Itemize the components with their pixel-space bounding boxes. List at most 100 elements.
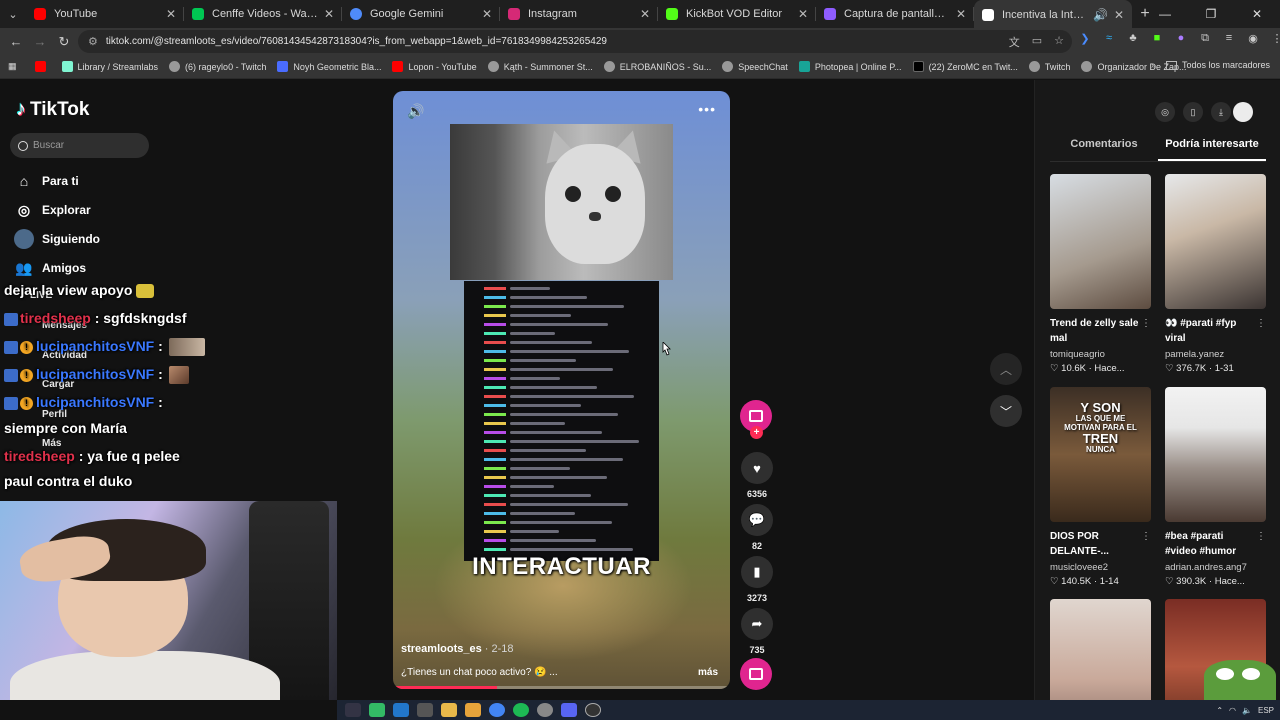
extensions-puzzle-icon[interactable]: ⧉: [1198, 32, 1212, 45]
bookmark-item[interactable]: ELROBANIÑOS - Su...: [603, 61, 711, 72]
bookmark-item[interactable]: [34, 61, 51, 72]
taskbar-app-icon[interactable]: [345, 703, 361, 717]
site-info-icon[interactable]: ⚙: [88, 35, 98, 48]
bookmark-item[interactable]: (22) ZeroMC en Twit...: [912, 61, 1018, 72]
bookmark-item[interactable]: Twitch: [1028, 61, 1070, 72]
reload-icon[interactable]: ↻: [52, 34, 76, 50]
browser-tab-gemini[interactable]: Google Gemini ✕: [342, 0, 500, 28]
tab-comentarios[interactable]: Comentarios: [1050, 136, 1158, 161]
download-icon[interactable]: ⤓: [1211, 102, 1231, 122]
all-bookmarks-folder[interactable]: Todos los marcadores: [1165, 60, 1270, 70]
caption-more-link[interactable]: más: [698, 667, 718, 678]
next-video-button[interactable]: ﹀: [990, 395, 1022, 427]
address-bar[interactable]: ⚙ tiktok.com/@streamloots_es/video/76081…: [78, 30, 1072, 53]
volume-icon[interactable]: 🔊: [407, 103, 424, 120]
nav-explorar[interactable]: ◎ Explorar: [14, 200, 91, 220]
apps-grid-icon[interactable]: ▦: [8, 61, 17, 72]
search-input[interactable]: Buscar: [10, 133, 149, 158]
tab-close-icon[interactable]: ✕: [324, 7, 334, 21]
card-menu-icon[interactable]: ⋮: [1141, 529, 1151, 544]
browser-tab-tiktok[interactable]: Incentiva la Interacción en 🔊 ✕: [974, 0, 1132, 30]
browser-tab-kickbot[interactable]: KickBot VOD Editor ✕: [658, 0, 816, 28]
taskbar-app-icon[interactable]: [369, 703, 385, 717]
browser-menu-icon[interactable]: ⋮: [1270, 32, 1280, 45]
save-button[interactable]: ▮ 3273: [739, 556, 775, 603]
video-progress-bar[interactable]: [393, 686, 730, 689]
tab-close-icon[interactable]: ✕: [640, 7, 650, 21]
comment-button[interactable]: 💬 82: [739, 504, 775, 551]
video-card[interactable]: Y SON LAS QUE ME MOTIVAN PARA EL TREN NU…: [1050, 387, 1151, 587]
extension-icon[interactable]: ≈: [1102, 32, 1116, 45]
bookmark-item[interactable]: Library / Streamlabs: [61, 61, 158, 72]
compass-icon[interactable]: ◎: [1155, 102, 1175, 122]
card-author[interactable]: adrian.andres.ang7: [1165, 562, 1266, 573]
bookmarks-overflow-icon[interactable]: »: [1151, 60, 1156, 70]
browser-tab-lightshot[interactable]: Captura de pantalla por Lightsh ✕: [816, 0, 974, 28]
close-window-icon[interactable]: ✕: [1234, 0, 1280, 28]
tab-close-icon[interactable]: ✕: [166, 7, 176, 21]
taskbar-app-icon[interactable]: [537, 703, 553, 717]
tab-podria-interesarte[interactable]: Podría interesarte: [1158, 136, 1266, 161]
more-options-icon[interactable]: •••: [698, 101, 716, 117]
card-menu-icon[interactable]: ⋮: [1141, 316, 1151, 331]
taskbar-app-icon[interactable]: [393, 703, 409, 717]
folder-icon[interactable]: [441, 703, 457, 717]
browser-tab-instagram[interactable]: Instagram ✕: [500, 0, 658, 28]
cast-icon[interactable]: ▭: [1032, 34, 1042, 50]
tab-close-icon[interactable]: ✕: [956, 7, 966, 21]
minimize-icon[interactable]: —: [1142, 0, 1188, 28]
follow-plus-icon[interactable]: +: [750, 426, 763, 439]
card-author[interactable]: pamela.yanez: [1165, 349, 1266, 360]
video-player[interactable]: 🔊 ••• INTERACTUAR streamloots_es · 2-18 …: [393, 91, 730, 689]
translate-icon[interactable]: 文: [1009, 34, 1020, 50]
tab-close-icon[interactable]: ✕: [798, 7, 808, 21]
bookmark-item[interactable]: SpeechChat: [722, 61, 788, 72]
extension-icon[interactable]: ■: [1150, 32, 1164, 45]
extension-icon[interactable]: ●: [1174, 32, 1188, 45]
like-button[interactable]: ♥ 6356: [739, 452, 775, 499]
taskbar-app-icon[interactable]: [417, 703, 433, 717]
bookmark-item[interactable]: Photopea | Online P...: [798, 61, 902, 72]
chrome-icon[interactable]: [489, 703, 505, 717]
card-menu-icon[interactable]: ⋮: [1256, 316, 1266, 331]
video-card[interactable]: #bea #parati #video #humor ⋮ adrian.andre…: [1165, 387, 1266, 587]
bookmark-item[interactable]: (6) rageylo0 - Twitch: [169, 61, 266, 72]
tray-chevron-icon[interactable]: ⌃: [1216, 706, 1223, 715]
wifi-icon[interactable]: ◠: [1229, 706, 1236, 715]
browser-tab-cenffe[interactable]: Cenffe Videos - Watch On ✕: [184, 0, 342, 28]
previous-video-button[interactable]: ︿: [990, 353, 1022, 385]
volume-tray-icon[interactable]: 🔈: [1242, 706, 1252, 715]
bookmark-item[interactable]: Kąth - Summoner St...: [487, 61, 593, 72]
bookmark-item[interactable]: Lopon - YouTube: [392, 61, 477, 72]
nav-siguiendo[interactable]: Siguiendo: [14, 229, 100, 249]
extension-icon[interactable]: ❯: [1078, 32, 1092, 45]
speaker-icon[interactable]: 🔊: [1093, 8, 1108, 22]
phone-icon[interactable]: ▯: [1183, 102, 1203, 122]
forward-icon[interactable]: →: [28, 34, 52, 49]
video-card[interactable]: Trend de zelly sale mal ⋮ tomiqueagrio ♡ …: [1050, 174, 1151, 374]
tab-close-icon[interactable]: ✕: [1114, 8, 1124, 22]
nav-para-ti[interactable]: ⌂ Para ti: [14, 171, 79, 191]
bookmark-star-icon[interactable]: ☆: [1054, 34, 1064, 50]
browser-tab-youtube[interactable]: YouTube ✕: [26, 0, 184, 28]
share-button[interactable]: ➦ 735: [739, 608, 775, 655]
extension-icon[interactable]: ♣: [1126, 32, 1140, 45]
bookmark-item[interactable]: Noyh Geometric Bla...: [277, 61, 381, 72]
obs-icon[interactable]: [585, 703, 601, 717]
nav-amigos[interactable]: 👥 Amigos: [14, 258, 86, 278]
profile-avatar-icon[interactable]: ◉: [1246, 32, 1260, 45]
video-card[interactable]: 👀 #parati #fyp viral ⋮ pamela.yanez ♡ 376…: [1165, 174, 1266, 374]
tiktok-logo[interactable]: ♪ TikTok: [16, 98, 89, 121]
maximize-icon[interactable]: ❐: [1188, 0, 1234, 28]
taskbar-app-icon[interactable]: [465, 703, 481, 717]
discord-icon[interactable]: [561, 703, 577, 717]
card-author[interactable]: tomiqueagrio: [1050, 349, 1151, 360]
card-author[interactable]: musicloveee2: [1050, 562, 1151, 573]
spotify-icon[interactable]: [513, 703, 529, 717]
music-disc-button[interactable]: [740, 658, 772, 690]
user-avatar[interactable]: [1233, 102, 1253, 122]
video-author[interactable]: streamloots_es · 2-18: [401, 643, 514, 655]
language-indicator[interactable]: ESP: [1258, 706, 1274, 715]
tab-close-icon[interactable]: ✕: [482, 7, 492, 21]
back-icon[interactable]: ←: [4, 34, 28, 49]
